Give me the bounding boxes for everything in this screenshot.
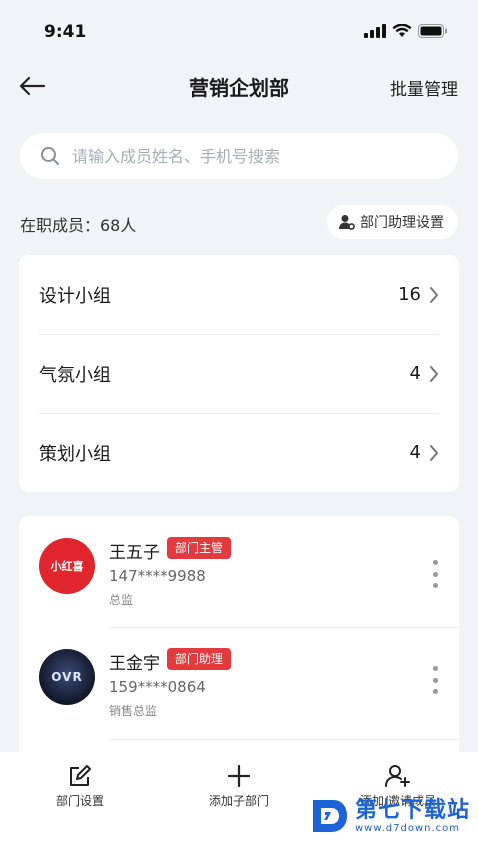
group-row[interactable]: 设计小组 16 (19, 255, 459, 334)
more-options-icon[interactable] (429, 560, 441, 588)
chevron-right-icon (430, 444, 438, 461)
batch-manage-button[interactable]: 批量管理 (390, 75, 458, 100)
dept-assistant-settings-button[interactable]: 部门助理设置 (327, 205, 458, 239)
edit-icon (70, 765, 91, 786)
member-phone: 147****9988 (109, 567, 206, 585)
member-title: 销售总监 (109, 704, 158, 718)
group-count: 16 (398, 284, 421, 305)
dept-settings-button[interactable]: 部门设置 (20, 764, 140, 809)
member-count: 在职成员：68人 (20, 216, 137, 235)
group-row[interactable]: 策划小组 4 (19, 413, 459, 492)
group-count: 4 (409, 363, 421, 384)
watermark-logo-icon (312, 800, 347, 832)
search-box[interactable] (20, 133, 458, 179)
status-bar: 9:41 (0, 0, 478, 60)
search-icon (41, 147, 59, 165)
add-sub-dept-button[interactable]: 添加子部门 (179, 764, 299, 809)
plus-icon (227, 764, 251, 788)
group-name: 气氛小组 (39, 364, 111, 386)
dept-settings-label: 部门设置 (55, 794, 104, 808)
dept-assistant-settings-label: 部门助理设置 (360, 215, 444, 231)
chevron-right-icon (430, 286, 438, 303)
chevron-right-icon (430, 365, 438, 382)
group-list: 设计小组 16 气氛小组 4 策划小组 4 (19, 255, 459, 492)
more-options-icon[interactable] (429, 666, 441, 694)
role-badge: 部门主管 (167, 537, 232, 559)
search-input[interactable] (72, 146, 432, 166)
divider (109, 739, 459, 740)
member-name: 王金宇 (109, 654, 160, 674)
avatar: 小红喜 (39, 538, 95, 594)
role-badge: 部门助理 (167, 648, 232, 670)
member-row[interactable]: OVR 王金宇 部门助理 159****0864 销售总监 (19, 628, 459, 740)
wifi-icon (392, 24, 412, 37)
member-name: 王五子 (109, 543, 160, 563)
group-count: 4 (409, 442, 421, 463)
avatar-logo-text: 小红喜 (50, 560, 84, 573)
watermark-title: 第七下载站 (354, 797, 470, 823)
add-user-icon (385, 765, 410, 787)
status-time: 9:41 (44, 22, 87, 42)
avatar: OVR (39, 649, 95, 705)
nav-bar: 营销企划部 批量管理 (0, 62, 478, 110)
watermark: 第七下载站 www.d7down.com (309, 796, 470, 836)
member-title: 总监 (109, 593, 134, 607)
group-row[interactable]: 气氛小组 4 (19, 334, 459, 413)
group-name: 策划小组 (39, 443, 111, 465)
avatar-logo-text: OVR (51, 670, 83, 684)
member-phone: 159****0864 (109, 678, 206, 696)
user-settings-icon (339, 215, 355, 230)
add-sub-dept-label: 添加子部门 (208, 794, 269, 808)
member-row[interactable]: 小红喜 王五子 部门主管 147****9988 总监 (19, 516, 459, 628)
signal-icon (364, 24, 386, 38)
member-list: 小红喜 王五子 部门主管 147****9988 总监 OVR 王金宇 部门助理… (19, 516, 459, 756)
status-icons (364, 24, 448, 38)
battery-icon (418, 24, 447, 38)
group-name: 设计小组 (39, 285, 111, 307)
watermark-url: www.d7down.com (354, 822, 461, 834)
